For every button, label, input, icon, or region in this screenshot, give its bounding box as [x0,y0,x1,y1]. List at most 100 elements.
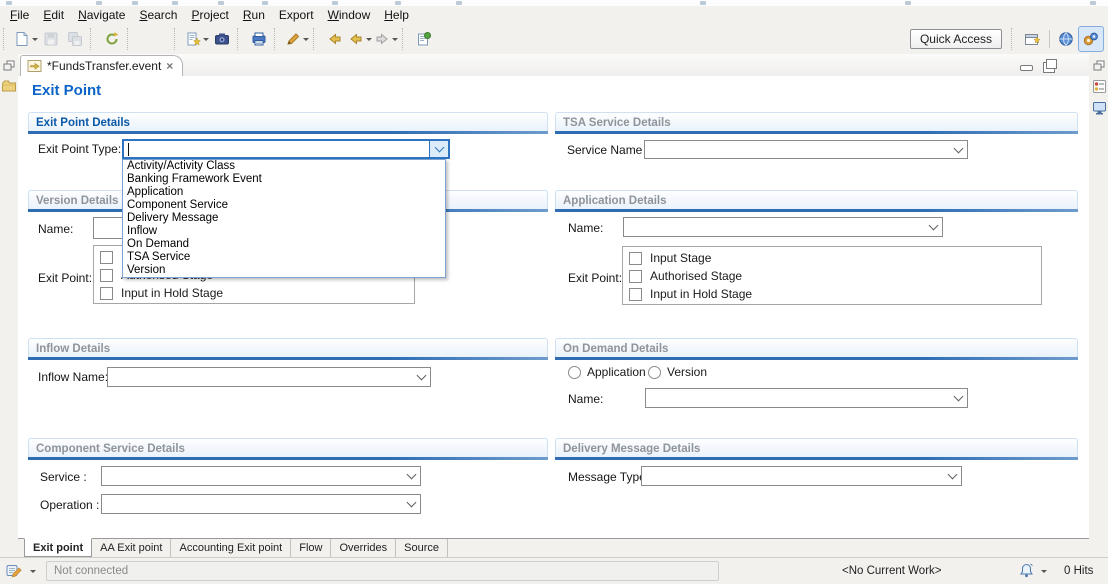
chevron-down-icon[interactable] [32,38,38,41]
outline-view-button[interactable] [1091,78,1107,94]
checkbox-icon[interactable] [100,287,113,300]
printer-button[interactable] [247,27,271,51]
menu-help[interactable]: Help [377,6,416,24]
console-view-button[interactable] [1091,100,1107,116]
maximize-icon[interactable] [1043,62,1055,73]
checkbox-icon[interactable] [629,270,642,283]
radio-icon[interactable] [568,366,581,379]
restore-view-button[interactable] [1091,58,1107,74]
new-wizard-button[interactable] [184,27,210,51]
chevron-down-icon[interactable] [949,389,967,407]
dropdown-option[interactable]: TSA Service [123,251,445,264]
checkbox-icon[interactable] [100,251,113,264]
menu-navigate[interactable]: Navigate [71,6,132,24]
checkbox-input-stage[interactable]: Input Stage [629,251,1035,265]
back-button[interactable] [323,27,347,51]
minimize-icon[interactable] [1020,65,1033,71]
section-header[interactable]: On Demand Details [555,338,1078,357]
menu-project[interactable]: Project [184,6,235,24]
checkbox-icon[interactable] [629,288,642,301]
chevron-down-icon[interactable] [412,368,430,386]
chevron-down-icon[interactable] [1041,570,1047,573]
service-combo[interactable] [101,466,421,486]
marker-button[interactable] [284,27,310,51]
back-history-button[interactable] [347,27,373,51]
section-header[interactable]: Application Details [555,190,1078,209]
dropdown-option[interactable]: Banking Framework Event [123,173,445,186]
tab-flow[interactable]: Flow [291,539,331,557]
restore-view-button[interactable] [1,58,17,74]
active-perspective-button[interactable] [1078,26,1104,52]
section-header[interactable]: Inflow Details [28,338,548,357]
save-button[interactable] [39,27,63,51]
chevron-down-icon[interactable] [402,495,420,513]
alerts-button[interactable] [1018,562,1035,582]
status-bar: Not connected <No Current Work> 0 Hits [0,557,1108,584]
service-name-combo[interactable] [644,140,968,159]
dropdown-option[interactable]: Inflow [123,225,445,238]
resource-perspective-button[interactable] [1054,27,1078,51]
radio-label: Version [667,365,707,379]
forward-history-button[interactable] [373,27,399,51]
connection-tool-button[interactable] [6,563,23,582]
chevron-down-icon[interactable] [949,141,967,158]
toolbar-separator [237,28,244,50]
chevron-down-icon[interactable] [392,38,398,41]
editor-tab-fundstransfer[interactable]: *FundsTransfer.event × [20,55,183,76]
toolbar-separator [1011,28,1018,50]
checkbox-icon[interactable] [629,252,642,265]
open-perspective-button[interactable] [1021,27,1045,51]
tab-exit-point[interactable]: Exit point [24,538,92,557]
chevron-down-icon[interactable] [924,218,942,236]
dropdown-option[interactable]: Component Service [123,199,445,212]
chevron-down-icon[interactable] [366,38,372,41]
menu-run[interactable]: Run [236,6,272,24]
refresh-button[interactable] [100,27,124,51]
dropdown-option[interactable]: On Demand [123,238,445,251]
chevron-down-icon[interactable] [429,141,448,157]
chevron-down-icon[interactable] [943,467,961,485]
message-type-combo[interactable] [641,466,962,486]
application-name-combo[interactable] [623,217,943,237]
camera-button[interactable] [210,27,234,51]
section-header[interactable]: Delivery Message Details [555,438,1078,457]
checkbox-input-in-hold-stage[interactable]: Input in Hold Stage [629,287,1035,301]
dropdown-option[interactable]: Version [123,264,445,277]
pin-editor-button[interactable] [412,27,436,51]
tab-overrides[interactable]: Overrides [331,539,396,557]
dropdown-option[interactable]: Activity/Activity Class [123,160,445,173]
on-demand-name-combo[interactable] [645,388,968,408]
tab-aa-exit-point[interactable]: AA Exit point [92,539,171,557]
dropdown-option[interactable]: Delivery Message [123,212,445,225]
checkbox-icon[interactable] [100,269,113,282]
chevron-down-icon[interactable] [203,38,209,41]
radio-icon[interactable] [648,366,661,379]
section-header[interactable]: Exit Point Details [28,112,548,131]
inflow-name-combo[interactable] [107,367,431,387]
quick-access-button[interactable]: Quick Access [910,29,1002,49]
radio-version[interactable]: Version [648,365,707,379]
project-explorer-button[interactable] [1,78,17,94]
chevron-down-icon[interactable] [402,467,420,485]
tab-source[interactable]: Source [396,539,448,557]
tab-accounting-exit-point[interactable]: Accounting Exit point [171,539,291,557]
menu-search[interactable]: Search [132,6,184,24]
section-header[interactable]: Component Service Details [28,438,548,457]
exit-point-type-combo[interactable] [122,139,450,159]
checkbox-input-in-hold-stage[interactable]: Input in Hold Stage [100,286,408,300]
checkbox-authorised-stage[interactable]: Authorised Stage [629,269,1035,283]
save-all-button[interactable] [63,27,87,51]
menu-export[interactable]: Export [272,6,321,24]
chevron-down-icon[interactable] [303,38,309,41]
menu-window[interactable]: Window [321,6,378,24]
event-file-icon [27,59,42,73]
radio-application[interactable]: Application [568,365,646,379]
close-icon[interactable]: × [166,61,173,71]
chevron-down-icon[interactable] [30,570,36,573]
section-header[interactable]: TSA Service Details [555,112,1078,131]
menu-file[interactable]: File [3,6,36,24]
dropdown-option[interactable]: Application [123,186,445,199]
new-file-button[interactable] [13,27,39,51]
operation-combo[interactable] [101,494,421,514]
menu-edit[interactable]: Edit [36,6,71,24]
